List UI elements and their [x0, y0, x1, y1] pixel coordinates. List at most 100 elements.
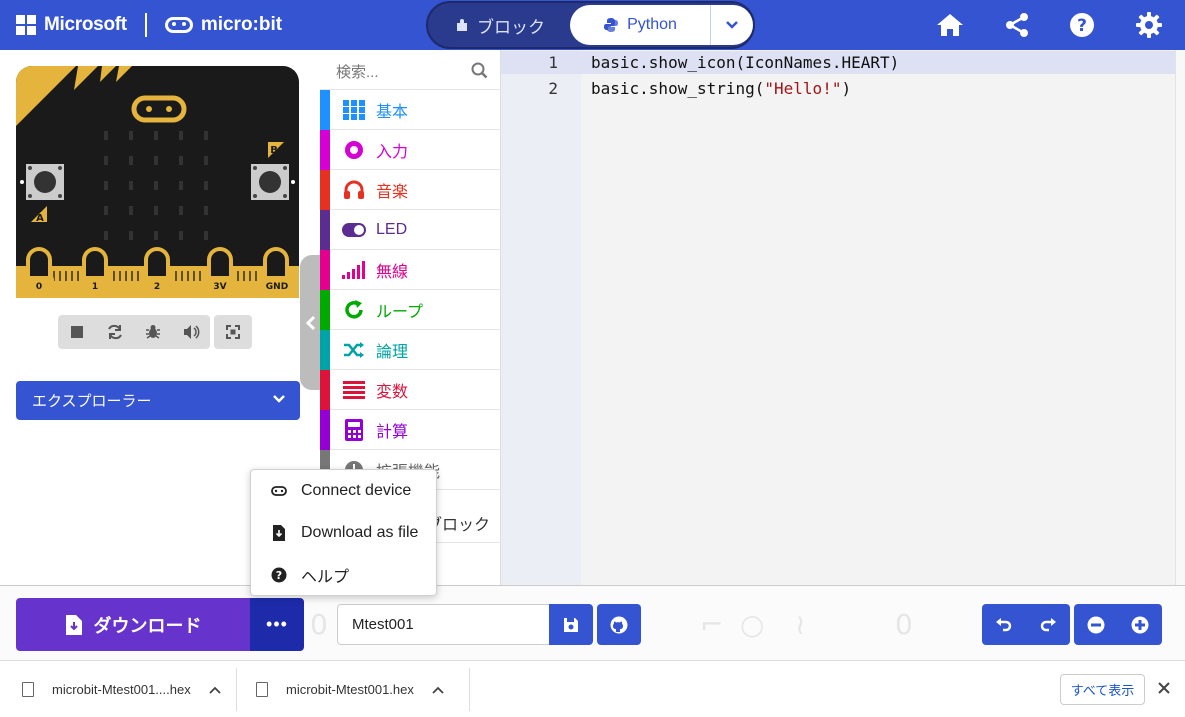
redo-button[interactable]	[1026, 604, 1070, 645]
download-item[interactable]: microbit-Mtest001....hex	[22, 661, 221, 717]
redo-icon	[1040, 617, 1056, 631]
menu-item-connect-device[interactable]: Connect device	[251, 470, 436, 512]
shelf-divider	[236, 668, 237, 711]
close-icon[interactable]	[1156, 680, 1172, 696]
plus-circle-icon	[1131, 616, 1149, 633]
fullscreen-group	[214, 315, 252, 349]
brand[interactable]: Microsoft micro:bit	[16, 12, 282, 38]
help-button[interactable]: ?	[1067, 10, 1097, 40]
category-basic[interactable]: 基本	[320, 90, 500, 130]
save-button[interactable]	[549, 604, 593, 645]
code-segment: )	[841, 79, 852, 98]
background-decoration: ≀	[795, 608, 806, 641]
code-line[interactable]: 2 basic.show_string("Hello!")	[501, 76, 1175, 102]
fullscreen-button[interactable]	[214, 315, 252, 349]
menu-item-label: ヘルプ	[301, 569, 350, 586]
code-segment: basic.show_icon(IconNames.HEART)	[591, 53, 900, 72]
speaker-icon	[184, 325, 200, 339]
editor-menu-button[interactable]	[710, 5, 753, 45]
category-label: 無線	[376, 263, 409, 281]
loop-icon	[342, 298, 366, 322]
stop-button[interactable]	[58, 315, 96, 349]
settings-button[interactable]	[1134, 10, 1164, 40]
category-color-bar	[320, 370, 330, 410]
svg-text:?: ?	[276, 569, 282, 582]
button-a-label: A	[36, 213, 44, 224]
more-dots-icon: •••	[266, 614, 288, 634]
category-color-bar	[320, 130, 330, 170]
code-segment: basic.show_string(	[591, 79, 765, 98]
category-input[interactable]: 入力	[320, 130, 500, 170]
zoom-in-button[interactable]	[1118, 604, 1162, 645]
file-icon	[256, 682, 268, 697]
background-decoration: ○	[740, 608, 765, 641]
category-music[interactable]: 音楽	[320, 170, 500, 210]
category-math[interactable]: 計算	[320, 410, 500, 450]
simulator-toolbar	[58, 315, 252, 349]
category-label: LED	[376, 220, 408, 238]
collapse-simulator-button[interactable]	[300, 255, 322, 390]
background-decoration: ⌐	[700, 608, 724, 641]
menu-item-help[interactable]: ? ヘルプ	[251, 554, 436, 596]
calculator-icon	[342, 418, 366, 442]
code-text: basic.show_icon(IconNames.HEART)	[591, 50, 899, 76]
chevron-up-icon[interactable]	[432, 686, 444, 694]
tab-blocks[interactable]: ブロック	[430, 5, 570, 45]
category-variables[interactable]: 変数	[320, 370, 500, 410]
microbit-logo-icon	[164, 17, 193, 33]
headphones-icon	[342, 178, 366, 202]
microsoft-label: Microsoft	[44, 14, 127, 35]
code-editor[interactable]: 1 basic.show_icon(IconNames.HEART) 2 bas…	[501, 50, 1185, 585]
puzzle-icon	[457, 19, 467, 31]
chevron-down-icon	[726, 21, 738, 29]
code-line[interactable]: 1 basic.show_icon(IconNames.HEART)	[501, 50, 1175, 76]
undo-icon	[996, 617, 1012, 631]
category-led[interactable]: LED	[320, 210, 500, 250]
home-button[interactable]	[935, 10, 965, 40]
undo-button[interactable]	[982, 604, 1026, 645]
debug-button[interactable]	[134, 315, 172, 349]
restart-button[interactable]	[96, 315, 134, 349]
category-color-bar	[320, 290, 330, 330]
microbit-board[interactable]: A B 0 1 2 3V GND	[16, 66, 299, 298]
github-icon	[610, 616, 628, 633]
tab-python[interactable]: Python	[570, 5, 710, 45]
download-item[interactable]: microbit-Mtest001.hex	[256, 661, 444, 717]
chevron-up-icon[interactable]	[209, 686, 221, 694]
menu-item-download-file[interactable]: Download as file	[251, 512, 436, 554]
pin-2-label: 2	[154, 282, 160, 292]
tab-blocks-label: ブロック	[477, 17, 545, 37]
download-button[interactable]: ダウンロード	[16, 598, 251, 651]
zoom-group	[1074, 604, 1162, 645]
toggle-icon	[342, 218, 366, 242]
pin-1-label: 1	[92, 282, 98, 292]
background-decoration: 0	[895, 608, 913, 641]
show-all-downloads-button[interactable]: すべて表示	[1060, 674, 1145, 705]
category-color-bar	[320, 170, 330, 210]
search-icon[interactable]	[471, 62, 488, 79]
editor-scrollbar[interactable]	[1175, 50, 1185, 585]
toolbox-search[interactable]: 検索...	[320, 50, 500, 90]
download-filename: microbit-Mtest001....hex	[52, 682, 191, 697]
simulator-controls	[58, 315, 210, 349]
question-circle-icon: ?	[271, 567, 287, 583]
github-button[interactable]	[597, 604, 641, 645]
explorer-label: エクスプローラー	[32, 393, 152, 410]
explorer-button[interactable]: エクスプローラー	[16, 381, 300, 420]
target-icon	[342, 138, 366, 162]
mute-button[interactable]	[172, 315, 210, 349]
category-logic[interactable]: 論理	[320, 330, 500, 370]
category-loops[interactable]: ループ	[320, 290, 500, 330]
search-input[interactable]: 検索...	[336, 61, 379, 82]
category-color-bar	[320, 330, 330, 370]
project-name-input[interactable]	[337, 604, 550, 645]
category-label: ループ	[376, 303, 424, 321]
share-button[interactable]	[1002, 10, 1032, 40]
zoom-out-button[interactable]	[1074, 604, 1118, 645]
category-label: 基本	[376, 103, 409, 121]
category-radio[interactable]: 無線	[320, 250, 500, 290]
microbit-label: micro:bit	[200, 14, 283, 35]
category-label: 音楽	[376, 183, 409, 201]
editor-toggle: ブロック Python	[426, 1, 755, 49]
download-options-button[interactable]: •••	[250, 598, 304, 651]
